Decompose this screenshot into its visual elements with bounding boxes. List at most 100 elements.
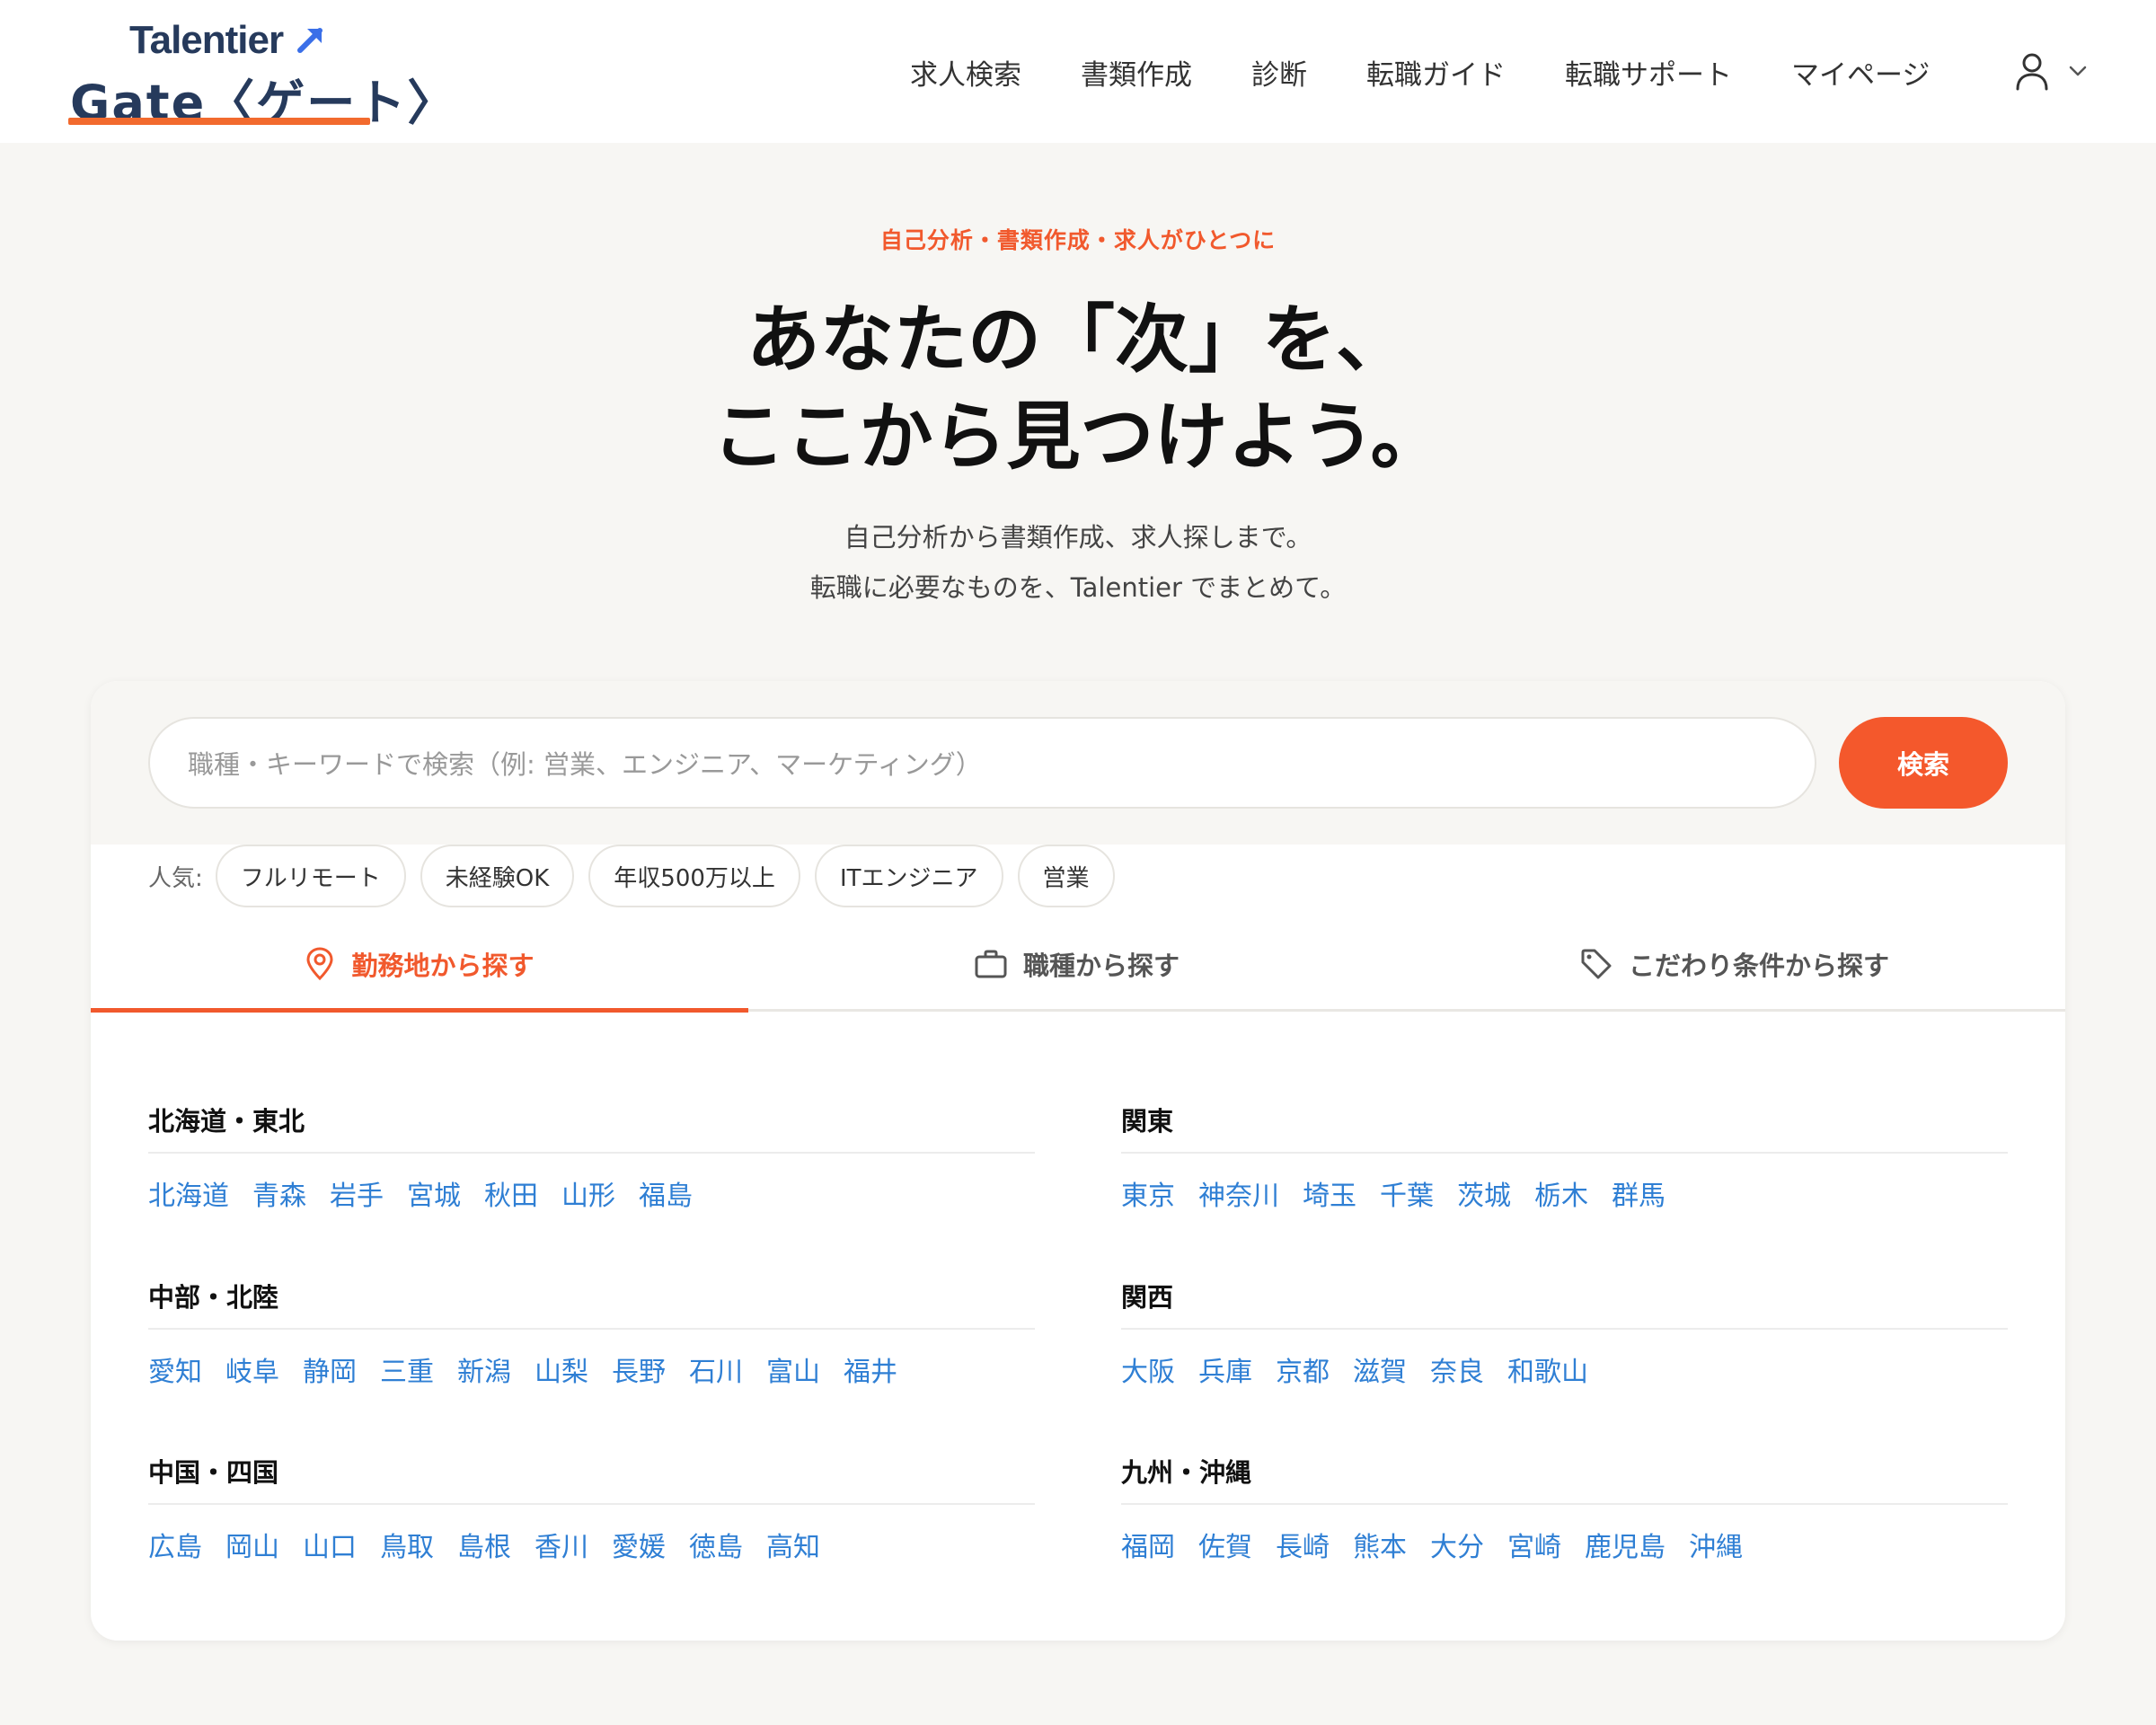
region-kanto: 関東 東京 神奈川 埼玉 千葉 茨城 栃木 群馬 (1121, 1103, 2008, 1265)
prefecture-link[interactable]: 奈良 (1430, 1349, 1484, 1389)
prefecture-link[interactable]: 大阪 (1121, 1349, 1175, 1389)
prefecture-link[interactable]: 山梨 (535, 1349, 588, 1389)
prefecture-link[interactable]: 埼玉 (1303, 1173, 1356, 1213)
prefecture-link[interactable]: 秋田 (484, 1173, 538, 1213)
map-pin-icon (306, 947, 333, 981)
prefecture-link[interactable]: 北海道 (148, 1173, 229, 1213)
region-title: 九州・沖縄 (1121, 1457, 1252, 1488)
prefecture-link[interactable]: 東京 (1121, 1173, 1175, 1213)
prefecture-link[interactable]: 福岡 (1121, 1525, 1175, 1564)
prefecture-link[interactable]: 群馬 (1612, 1173, 1666, 1213)
popular-tags: 人気: フルリモート 未経験OK 年収500万以上 ITエンジニア 営業 (148, 845, 1129, 907)
popular-chip[interactable]: ITエンジニア (814, 845, 1003, 907)
prefecture-link[interactable]: 香川 (535, 1525, 588, 1564)
prefecture-link[interactable]: 山口 (303, 1525, 357, 1564)
prefecture-link[interactable]: 長野 (612, 1349, 666, 1389)
tab-location[interactable]: 勤務地から探す (91, 916, 748, 1012)
main-nav: 求人検索 書類作成 診断 転職ガイド 転職サポート マイページ (910, 47, 1989, 97)
tab-location-label: 勤務地から探す (351, 951, 535, 981)
prefecture-link[interactable]: 高知 (766, 1525, 820, 1564)
popular-chip[interactable]: 未経験OK (420, 845, 575, 907)
prefecture-link[interactable]: 千葉 (1380, 1173, 1434, 1213)
prefecture-link[interactable]: 大分 (1430, 1525, 1484, 1564)
brand-logo[interactable]: Talentier Gate〈ゲート〉 (66, 18, 455, 131)
region-title: 中国・四国 (148, 1457, 279, 1488)
prefecture-link[interactable]: 兵庫 (1198, 1349, 1252, 1389)
prefecture-link[interactable]: 広島 (148, 1525, 202, 1564)
tag-icon (1581, 949, 1612, 979)
prefecture-link[interactable]: 山形 (561, 1173, 615, 1213)
popular-chip[interactable]: 営業 (1017, 845, 1115, 907)
prefecture-link[interactable]: 岩手 (330, 1173, 384, 1213)
prefecture-link[interactable]: 岡山 (225, 1525, 279, 1564)
region-title: 中部・北陸 (148, 1282, 279, 1313)
tab-conditions[interactable]: こだわり条件から探す (1406, 916, 2063, 1012)
region-chugoku-shikoku: 中国・四国 広島 岡山 山口 鳥取 島根 香川 愛媛 徳島 高知 (148, 1455, 1035, 1616)
prefecture-link[interactable]: 福島 (639, 1173, 693, 1213)
search-input[interactable]: 職種・キーワードで検索（例: 営業、エンジニア、マーケティング） (148, 717, 1816, 809)
popular-label: 人気: (148, 864, 203, 892)
tab-job-type-label: 職種から探す (1022, 951, 1180, 981)
nav-item-career-support[interactable]: 転職サポート (1565, 52, 1732, 93)
search-button[interactable]: 検索 (1839, 717, 2008, 809)
prefecture-link[interactable]: 三重 (380, 1349, 434, 1389)
nav-item-job-search[interactable]: 求人検索 (910, 52, 1021, 93)
prefecture-link[interactable]: 新潟 (457, 1349, 511, 1389)
prefecture-link[interactable]: 島根 (457, 1525, 511, 1564)
region-title: 北海道・東北 (148, 1106, 305, 1137)
region-title: 関西 (1121, 1282, 1174, 1313)
logo-wordmark: Talentier (129, 18, 284, 62)
tab-job-type[interactable]: 職種から探す (748, 916, 1406, 1012)
nav-item-diagnosis[interactable]: 診断 (1251, 52, 1307, 93)
region-chubu-hokuriku: 中部・北陸 愛知 岐阜 静岡 三重 新潟 山梨 長野 石川 富山 福井 (148, 1279, 1035, 1441)
prefecture-link[interactable]: 鹿児島 (1585, 1525, 1666, 1564)
prefecture-list: 東京 神奈川 埼玉 千葉 茨城 栃木 群馬 (1121, 1173, 2008, 1213)
prefecture-link[interactable]: 神奈川 (1198, 1173, 1279, 1213)
hero-subtitle: 自己分析から書類作成、求人探しまで。 転職に必要なものを、Talentier で… (0, 512, 2156, 613)
prefecture-link[interactable]: 沖縄 (1689, 1525, 1743, 1564)
search-card: 職種・キーワードで検索（例: 営業、エンジニア、マーケティング） 検索 人気: … (91, 681, 2065, 1641)
prefecture-link[interactable]: 石川 (689, 1349, 743, 1389)
region-divider (1121, 1152, 2008, 1154)
prefecture-link[interactable]: 徳島 (689, 1525, 743, 1564)
briefcase-icon (975, 950, 1007, 978)
prefecture-list: 愛知 岐阜 静岡 三重 新潟 山梨 長野 石川 富山 福井 (148, 1349, 1035, 1389)
prefecture-list: 大阪 兵庫 京都 滋賀 奈良 和歌山 (1121, 1349, 2008, 1389)
prefecture-link[interactable]: 熊本 (1353, 1525, 1407, 1564)
prefecture-link[interactable]: 宮城 (407, 1173, 461, 1213)
prefecture-link[interactable]: 長崎 (1276, 1525, 1330, 1564)
prefecture-list: 福岡 佐賀 長崎 熊本 大分 宮崎 鹿児島 沖縄 (1121, 1525, 2008, 1564)
nav-item-mypage[interactable]: マイページ (1791, 52, 1930, 93)
user-menu[interactable] (2012, 50, 2095, 92)
prefecture-link[interactable]: 富山 (766, 1349, 820, 1389)
prefecture-link[interactable]: 愛知 (148, 1349, 202, 1389)
prefecture-link[interactable]: 栃木 (1534, 1173, 1588, 1213)
region-hokkaido-tohoku: 北海道・東北 北海道 青森 岩手 宮城 秋田 山形 福島 (148, 1103, 1035, 1265)
user-icon (2016, 53, 2048, 91)
prefecture-link[interactable]: 福井 (844, 1349, 897, 1389)
nav-item-documents[interactable]: 書類作成 (1081, 52, 1192, 93)
popular-chip[interactable]: フルリモート (215, 845, 406, 907)
prefecture-link[interactable]: 佐賀 (1198, 1525, 1252, 1564)
chevron-down-icon (2069, 66, 2087, 76)
prefecture-link[interactable]: 滋賀 (1353, 1349, 1407, 1389)
region-divider (148, 1503, 1035, 1505)
region-divider (148, 1328, 1035, 1330)
prefecture-link[interactable]: 青森 (252, 1173, 306, 1213)
prefecture-link[interactable]: 岐阜 (225, 1349, 279, 1389)
region-kyushu-okinawa: 九州・沖縄 福岡 佐賀 長崎 熊本 大分 宮崎 鹿児島 沖縄 (1121, 1455, 2008, 1616)
search-tabs: 勤務地から探す 職種から探す こだわり条件から探す (91, 916, 2065, 1013)
prefecture-link[interactable]: 愛媛 (612, 1525, 666, 1564)
hero-title: あなたの「次」を、 ここから見つけよう。 (0, 292, 2156, 486)
prefecture-link[interactable]: 鳥取 (380, 1525, 434, 1564)
site-header: Talentier Gate〈ゲート〉 求人検索 書類作成 診断 転職ガイド 転… (0, 0, 2156, 143)
prefecture-link[interactable]: 宮崎 (1507, 1525, 1561, 1564)
hero-title-line2: ここから見つけよう。 (711, 394, 1445, 480)
prefecture-link[interactable]: 和歌山 (1507, 1349, 1588, 1389)
prefecture-link[interactable]: 茨城 (1457, 1173, 1511, 1213)
prefecture-link[interactable]: 京都 (1276, 1349, 1330, 1389)
hero-subtitle-line1: 自己分析から書類作成、求人探しまで。 (844, 522, 1312, 553)
nav-item-career-guide[interactable]: 転職ガイド (1366, 52, 1506, 93)
popular-chip[interactable]: 年収500万以上 (588, 845, 800, 907)
prefecture-link[interactable]: 静岡 (303, 1349, 357, 1389)
